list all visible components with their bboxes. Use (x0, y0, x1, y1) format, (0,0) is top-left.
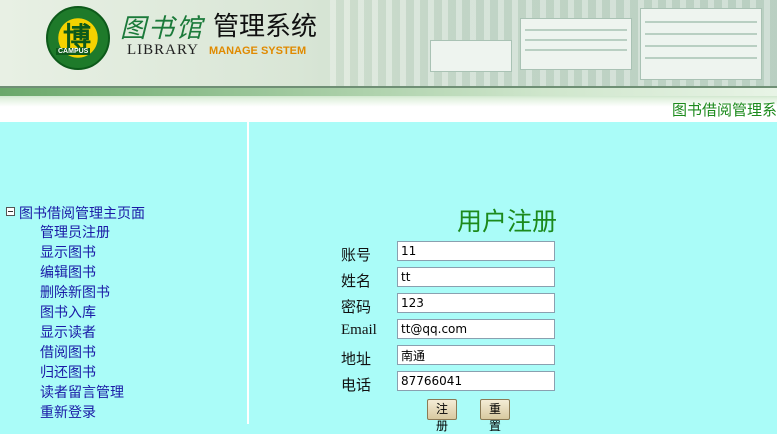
nav-item-edit-books[interactable]: 编辑图书 (40, 263, 124, 283)
brand-title: 管理系统 (213, 12, 318, 42)
brand-script: 图书馆 (120, 14, 205, 44)
main-content: 用户注册 账号 姓名 密码 Email 地址 电话 注册 重置 (249, 122, 777, 433)
reset-button[interactable]: 重置 (480, 399, 511, 433)
building-image (430, 40, 512, 72)
collapse-icon[interactable] (6, 207, 15, 216)
account-label: 账号 (341, 246, 372, 264)
password-input[interactable] (397, 293, 555, 313)
email-label: Email (341, 322, 377, 338)
form-title: 用户注册 (457, 207, 558, 236)
header-banner: 博 CAMPUS 图书馆 管理系统 LIBRARY MANAGE SYSTEM (0, 0, 777, 88)
brand-library: LIBRARY (127, 42, 200, 58)
brand-manage-system: MANAGE SYSTEM (209, 45, 307, 57)
nav-root-item[interactable]: 图书借阅管理主页面 (6, 203, 145, 223)
nav-item-reader-messages[interactable]: 读者留言管理 (40, 383, 124, 403)
system-title: 图书借阅管理系 (671, 101, 777, 119)
phone-input[interactable] (397, 371, 555, 391)
logo-caption: CAMPUS (56, 48, 91, 55)
address-label: 地址 (341, 350, 372, 368)
account-input[interactable] (397, 241, 555, 261)
email-input[interactable] (397, 319, 555, 339)
register-button[interactable]: 注册 (427, 399, 458, 433)
name-label: 姓名 (341, 272, 372, 290)
sub-header-bar: 图书借阅管理系 (0, 88, 777, 122)
address-input[interactable] (397, 345, 555, 365)
campus-logo: 博 CAMPUS (46, 6, 110, 70)
sidebar-nav: 图书借阅管理主页面 管理员注册 显示图书 编辑图书 删除新图书 图书入库 显示读… (0, 122, 249, 424)
nav-item-show-books[interactable]: 显示图书 (40, 243, 124, 263)
building-image (640, 8, 762, 80)
nav-item-borrow-books[interactable]: 借阅图书 (40, 343, 124, 363)
sub-header-stripe (0, 88, 777, 96)
nav-item-list: 管理员注册 显示图书 编辑图书 删除新图书 图书入库 显示读者 借阅图书 归还图… (40, 223, 124, 423)
phone-label: 电话 (341, 376, 372, 394)
nav-item-relogin[interactable]: 重新登录 (40, 403, 124, 423)
name-input[interactable] (397, 267, 555, 287)
building-image (520, 18, 632, 70)
nav-item-show-readers[interactable]: 显示读者 (40, 323, 124, 343)
nav-item-delete-books[interactable]: 删除新图书 (40, 283, 124, 303)
nav-item-book-stock-in[interactable]: 图书入库 (40, 303, 124, 323)
nav-root-label: 图书借阅管理主页面 (19, 206, 145, 222)
nav-item-return-books[interactable]: 归还图书 (40, 363, 124, 383)
nav-item-admin-register[interactable]: 管理员注册 (40, 223, 124, 243)
password-label: 密码 (341, 298, 372, 316)
